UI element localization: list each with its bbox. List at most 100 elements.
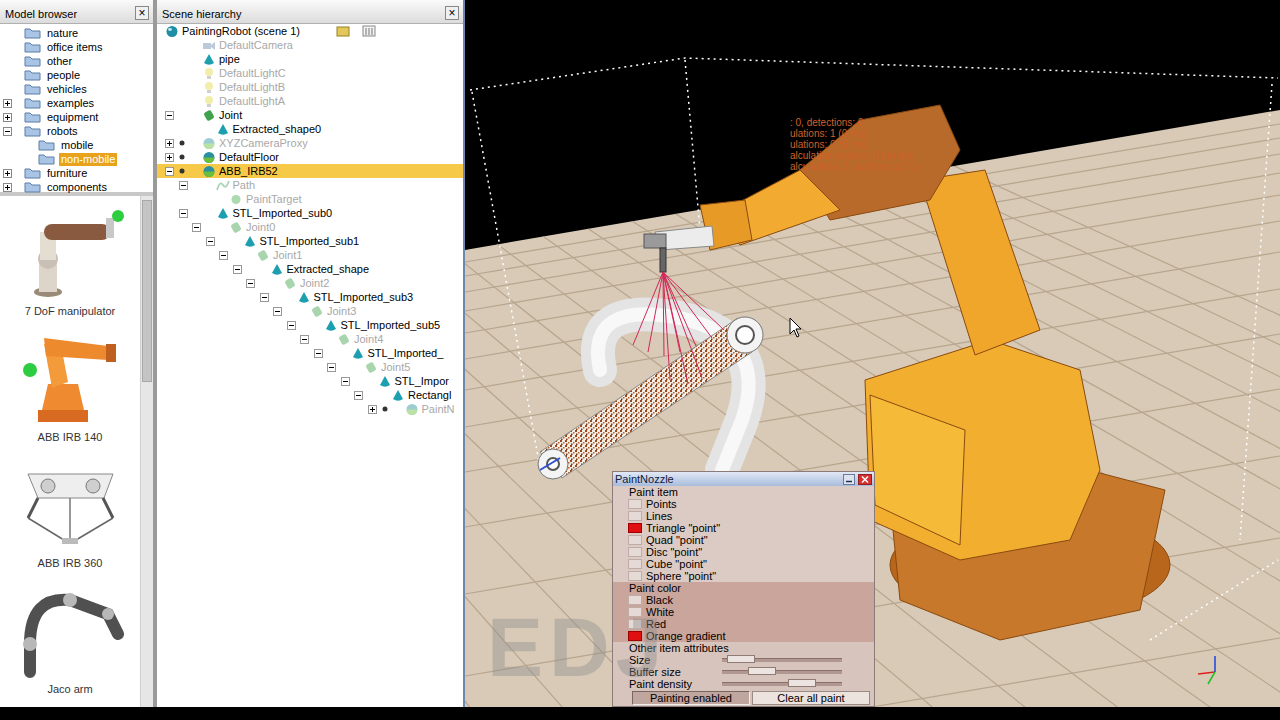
scene-item[interactable]: DefaultLightA: [157, 94, 463, 108]
scene-item[interactable]: Extracted_shape0: [157, 122, 463, 136]
slider-track[interactable]: [722, 658, 842, 662]
expand-icon[interactable]: [165, 139, 174, 148]
scene-item[interactable]: XYZCameraProxy: [157, 136, 463, 150]
scene-item[interactable]: Extracted_shape: [157, 262, 463, 276]
collapse-icon[interactable]: [287, 321, 296, 330]
radio-box[interactable]: [628, 571, 642, 581]
folder-item[interactable]: equipment: [0, 110, 153, 124]
collapse-icon[interactable]: [165, 167, 174, 176]
slider-thumb[interactable]: [727, 655, 755, 663]
collapse-icon[interactable]: [219, 251, 228, 260]
radio-box[interactable]: [628, 607, 642, 617]
radio-box[interactable]: [628, 523, 642, 533]
radio-box[interactable]: [628, 547, 642, 557]
close-button[interactable]: ×: [135, 6, 149, 20]
expand-icon[interactable]: [3, 113, 12, 122]
minimize-icon[interactable]: [843, 474, 855, 485]
folder-item[interactable]: nature: [0, 26, 153, 40]
slider-thumb[interactable]: [748, 667, 776, 675]
radio-box[interactable]: [628, 631, 642, 641]
scene-item[interactable]: pipe: [157, 52, 463, 66]
radio-box[interactable]: [628, 535, 642, 545]
collapse-icon[interactable]: [233, 265, 242, 274]
scene-item[interactable]: PaintN: [157, 402, 463, 416]
folder-item[interactable]: mobile: [0, 138, 153, 152]
collapse-icon[interactable]: [246, 279, 255, 288]
model-thumbnail[interactable]: ABB IRB 360: [0, 448, 140, 574]
collapse-icon[interactable]: [179, 209, 188, 218]
scene-item[interactable]: Rectangl: [157, 388, 463, 402]
scene-item[interactable]: PaintTarget: [157, 192, 463, 206]
collapse-icon[interactable]: [341, 377, 350, 386]
option-row[interactable]: Cube "point": [613, 558, 874, 570]
scene-item[interactable]: DefaultFloor: [157, 150, 463, 164]
scene-item[interactable]: STL_Imported_sub5: [157, 318, 463, 332]
scene-item[interactable]: Path: [157, 178, 463, 192]
folder-item[interactable]: components: [0, 180, 153, 194]
expand-icon[interactable]: [3, 99, 12, 108]
radio-box[interactable]: [628, 511, 642, 521]
radio-box[interactable]: [628, 595, 642, 605]
slider-track[interactable]: [722, 682, 842, 686]
paint-nozzle-dialog[interactable]: PaintNozzle Paint item Points Lines Tria…: [612, 471, 875, 707]
scene-item[interactable]: STL_Imported_sub0: [157, 206, 463, 220]
option-row[interactable]: White: [613, 606, 874, 618]
radio-box[interactable]: [628, 499, 642, 509]
model-thumbnail[interactable]: Jaco arm: [0, 574, 140, 700]
expand-icon[interactable]: [368, 405, 377, 414]
scene-item[interactable]: PaintingRobot (scene 1): [157, 24, 463, 38]
radio-box[interactable]: [628, 559, 642, 569]
scrollbar[interactable]: [140, 196, 153, 707]
folder-item[interactable]: robots: [0, 124, 153, 138]
radio-box[interactable]: [628, 619, 642, 629]
model-thumbnail[interactable]: ABB IRB 140: [0, 322, 140, 448]
scene-item[interactable]: STL_Impor: [157, 374, 463, 388]
scene-item[interactable]: DefaultLightC: [157, 66, 463, 80]
folder-item[interactable]: other: [0, 54, 153, 68]
scene-viewport[interactable]: : 0, detections: 0ulations: 1 (0 ms)ulat…: [465, 0, 1280, 707]
collapse-icon[interactable]: [300, 335, 309, 344]
close-icon[interactable]: [858, 474, 872, 485]
scene-list-icon[interactable]: [362, 25, 376, 37]
dialog-button[interactable]: Painting enabled: [632, 691, 750, 705]
collapse-icon[interactable]: [3, 127, 12, 136]
scene-item[interactable]: DefaultLightB: [157, 80, 463, 94]
collapse-icon[interactable]: [179, 181, 188, 190]
folder-item[interactable]: furniture: [0, 166, 153, 180]
collapse-icon[interactable]: [354, 391, 363, 400]
slider-track[interactable]: [722, 670, 842, 674]
scene-item[interactable]: STL_Imported_sub1: [157, 234, 463, 248]
option-row[interactable]: Black: [613, 594, 874, 606]
expand-icon[interactable]: [3, 183, 12, 192]
scene-folder-icon[interactable]: [336, 25, 350, 37]
scene-item[interactable]: Joint4: [157, 332, 463, 346]
collapse-icon[interactable]: [206, 237, 215, 246]
collapse-icon[interactable]: [260, 293, 269, 302]
scene-item[interactable]: Joint0: [157, 220, 463, 234]
option-row[interactable]: Orange gradient: [613, 630, 874, 642]
collapse-icon[interactable]: [327, 363, 336, 372]
option-row[interactable]: Sphere "point": [613, 570, 874, 582]
collapse-icon[interactable]: [165, 111, 174, 120]
folder-item[interactable]: examples: [0, 96, 153, 110]
folder-item[interactable]: non-mobile: [0, 152, 153, 166]
collapse-icon[interactable]: [314, 349, 323, 358]
option-row[interactable]: Red: [613, 618, 874, 630]
expand-icon[interactable]: [3, 169, 12, 178]
close-button[interactable]: ×: [445, 6, 459, 20]
model-thumbnail[interactable]: 7 DoF manipulator: [0, 196, 140, 322]
option-row[interactable]: Triangle "point": [613, 522, 874, 534]
scene-item[interactable]: ABB_IRB52: [157, 164, 463, 178]
option-row[interactable]: Disc "point": [613, 546, 874, 558]
option-row[interactable]: Points: [613, 498, 874, 510]
folder-item[interactable]: people: [0, 68, 153, 82]
scene-item[interactable]: Joint3: [157, 304, 463, 318]
scene-item[interactable]: Joint5: [157, 360, 463, 374]
slider-thumb[interactable]: [788, 679, 816, 687]
folder-item[interactable]: vehicles: [0, 82, 153, 96]
expand-icon[interactable]: [165, 153, 174, 162]
option-row[interactable]: Quad "point": [613, 534, 874, 546]
collapse-icon[interactable]: [273, 307, 282, 316]
scene-item[interactable]: STL_Imported_: [157, 346, 463, 360]
scene-item[interactable]: DefaultCamera: [157, 38, 463, 52]
